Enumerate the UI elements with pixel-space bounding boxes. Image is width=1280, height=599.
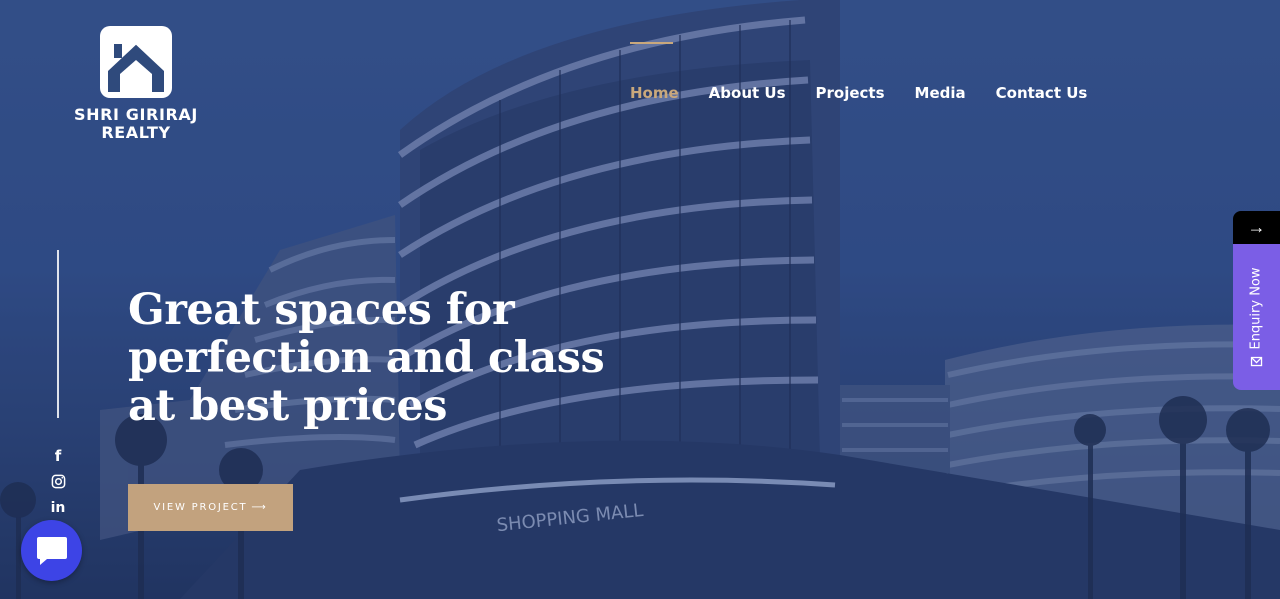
mail-icon <box>1250 355 1263 367</box>
nav-projects[interactable]: Projects <box>816 84 885 102</box>
instagram-icon[interactable] <box>48 471 68 491</box>
headline-line-3: at best prices <box>128 381 447 431</box>
nav-home[interactable]: Home <box>630 42 679 102</box>
decorative-divider <box>57 250 59 418</box>
enquiry-toggle-button[interactable]: → <box>1233 211 1280 244</box>
view-project-button[interactable]: VIEW PROJECT ⟶ <box>128 484 293 531</box>
hero-headline: Great spaces for perfection and class at… <box>128 286 608 430</box>
arrow-right-icon: → <box>1247 217 1266 237</box>
nav-media[interactable]: Media <box>915 84 966 102</box>
headline-line-2: perfection and class <box>128 333 605 383</box>
arrow-right-icon: ⟶ <box>251 502 268 513</box>
chat-widget-button[interactable] <box>21 520 82 581</box>
facebook-icon[interactable]: f <box>48 446 68 466</box>
main-nav: Home About Us Projects Media Contact Us <box>630 42 1088 102</box>
nav-contact-us[interactable]: Contact Us <box>996 84 1088 102</box>
house-icon <box>100 26 172 98</box>
brand-logo[interactable]: SHRI GIRIRAJ REALTY <box>66 26 206 142</box>
linkedin-icon[interactable]: in <box>48 498 68 518</box>
headline-line-1: Great spaces for <box>128 285 515 335</box>
brand-name-line2: REALTY <box>101 123 171 142</box>
brand-name-line1: SHRI GIRIRAJ <box>74 105 198 124</box>
view-project-label: VIEW PROJECT <box>153 502 248 513</box>
enquiry-now-tab[interactable]: Enquiry Now <box>1233 244 1280 390</box>
chat-bubble-icon <box>36 536 67 565</box>
nav-about-us[interactable]: About Us <box>709 84 786 102</box>
enquiry-now-label: Enquiry Now <box>1249 266 1265 350</box>
